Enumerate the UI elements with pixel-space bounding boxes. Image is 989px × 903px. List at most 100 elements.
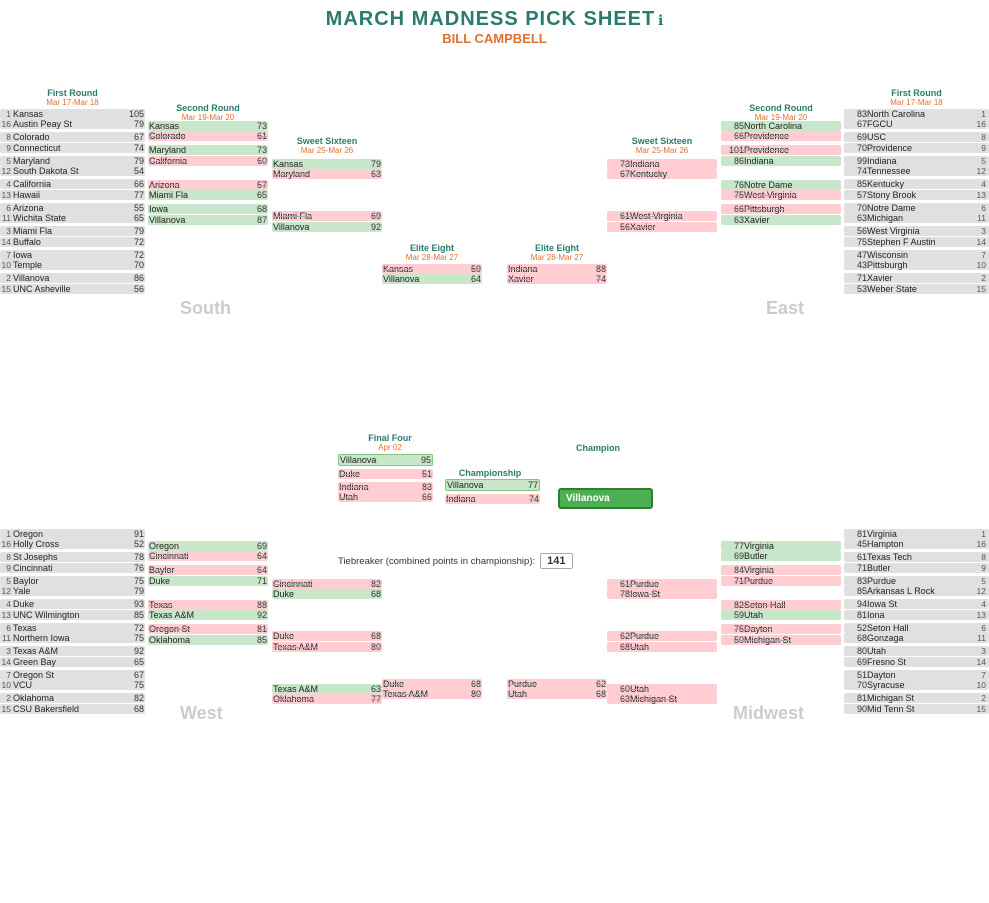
team-row: 11Northern Iowa75 (0, 633, 145, 643)
team-row: 68Utah (607, 642, 717, 652)
team-row: Duke51 (338, 469, 433, 479)
team-row: Kansas73 (148, 121, 268, 131)
team-row: Colorado61 (148, 131, 268, 141)
team-row: 10Temple70 (0, 260, 145, 270)
team-row: 10VCU75 (0, 680, 145, 690)
team-row: Baylor64 (148, 565, 268, 575)
team-row: 60Utah (607, 684, 717, 694)
team-row: 63Xavier (721, 215, 841, 225)
team-row: 47Wisconsin7 (844, 250, 989, 260)
team-row: Duke68 (382, 679, 482, 689)
page-subtitle: BILL CAMPBELL (0, 31, 989, 46)
left-sweet-sixteen-label: Sweet Sixteen (272, 136, 382, 146)
team-row: 56Xavier (607, 222, 717, 232)
team-row: Texas A&M80 (382, 689, 482, 699)
left-elite-eight-date: Mar 28-Mar 27 (382, 253, 482, 262)
team-row: 70Syracuse10 (844, 680, 989, 690)
team-row: 8Colorado67 (0, 132, 145, 142)
south-region-label: South (180, 298, 231, 319)
team-row: 82Seton Hall (721, 600, 841, 610)
team-row: 14Green Bay65 (0, 657, 145, 667)
team-row: 71Xavier2 (844, 273, 989, 283)
team-row: 3Miami Fla79 (0, 226, 145, 236)
team-row: 50Michigan St (721, 635, 841, 645)
team-row: 43Pittsburgh10 (844, 260, 989, 270)
team-row: 45Hampton16 (844, 539, 989, 549)
team-row: 11Wichita State65 (0, 213, 145, 223)
team-row: Kansas79 (272, 159, 382, 169)
team-row: Duke71 (148, 576, 268, 586)
team-row: Cincinnati82 (272, 579, 382, 589)
team-row: 12Yale79 (0, 586, 145, 596)
team-row: Villanova87 (148, 215, 268, 225)
team-row: 81Iona13 (844, 610, 989, 620)
team-row: Texas A&M80 (272, 642, 382, 652)
team-row: 94Iowa St4 (844, 599, 989, 609)
team-row: 69USC8 (844, 132, 989, 142)
team-row: 61Texas Tech8 (844, 552, 989, 562)
team-row: Maryland73 (148, 145, 268, 155)
team-row: 69Butler (721, 551, 841, 561)
right-sweet-sixteen-date: Mar 25-Mar 26 (607, 146, 717, 155)
champion-label: Champion (558, 443, 638, 453)
team-row: 90Mid Tenn St15 (844, 704, 989, 714)
team-row: 69Fresno St14 (844, 657, 989, 667)
team-row: 66Providence (721, 131, 841, 141)
team-row: Oklahoma77 (272, 694, 382, 704)
team-row: 2Oklahoma82 (0, 693, 145, 703)
team-row: 14Buffalo72 (0, 237, 145, 247)
team-row: 81Virginia1 (844, 529, 989, 539)
team-row: 7Iowa72 (0, 250, 145, 260)
team-row: Oregon69 (148, 541, 268, 551)
team-row: 80Utah3 (844, 646, 989, 656)
east-region-label: East (766, 298, 804, 319)
team-row: 67FGCU16 (844, 119, 989, 129)
team-row: 5Maryland79 (0, 156, 145, 166)
team-row: Oregon St81 (148, 624, 268, 634)
team-row: Utah68 (507, 689, 607, 699)
team-row: 13Hawaii77 (0, 190, 145, 200)
team-row: 4Duke93 (0, 599, 145, 609)
final-four-label: Final Four (350, 433, 430, 443)
midwest-region-label: Midwest (733, 703, 804, 724)
team-row: 68Gonzaga11 (844, 633, 989, 643)
team-row: 74Tennessee12 (844, 166, 989, 176)
team-row: 61West Virginia (607, 211, 717, 221)
team-row: Kansas59 (382, 264, 482, 274)
right-elite-eight-date: Mar 28-Mar 27 (507, 253, 607, 262)
team-row: 53Weber State15 (844, 284, 989, 294)
team-row: 73Indiana (607, 159, 717, 169)
team-row: 51Dayton7 (844, 670, 989, 680)
team-row: 83North Carolina1 (844, 109, 989, 119)
team-row: 52Seton Hall6 (844, 623, 989, 633)
team-row: 84Virginia (721, 565, 841, 575)
team-row: 16Holly Cross52 (0, 539, 145, 549)
left-second-round-label: Second Round (148, 103, 268, 113)
team-row: Texas A&M63 (272, 684, 382, 694)
info-icon: ℹ (658, 12, 663, 28)
team-row: 56West Virginia3 (844, 226, 989, 236)
team-row: Oklahoma85 (148, 635, 268, 645)
team-row: 75Stephen F Austin14 (844, 237, 989, 247)
team-row: 1Oregon91 (0, 529, 145, 539)
team-row: Villanova64 (382, 274, 482, 284)
team-row: Duke68 (272, 631, 382, 641)
team-row: 85Arkansas L Rock12 (844, 586, 989, 596)
team-row: 62Purdue (607, 631, 717, 641)
team-row: Indiana88 (507, 264, 607, 274)
team-row: 12South Dakota St54 (0, 166, 145, 176)
team-row: 85North Carolina (721, 121, 841, 131)
tiebreaker-label: Tiebreaker (combined points in champions… (338, 556, 535, 567)
team-row: 71Purdue (721, 576, 841, 586)
team-row: Villanova92 (272, 222, 382, 232)
team-row: 70Providence9 (844, 143, 989, 153)
team-row: 16Austin Peay St79 (0, 119, 145, 129)
team-row: 83Purdue5 (844, 576, 989, 586)
page-title: MARCH MADNESS PICK SHEET (326, 8, 656, 30)
team-row: 15CSU Bakersfield68 (0, 704, 145, 714)
team-row: 4California66 (0, 179, 145, 189)
team-row: 13UNC Wilmington85 (0, 610, 145, 620)
left-sweet-sixteen-date: Mar 25-Mar 26 (272, 146, 382, 155)
team-row: 70Notre Dame6 (844, 203, 989, 213)
team-row: Iowa68 (148, 204, 268, 214)
